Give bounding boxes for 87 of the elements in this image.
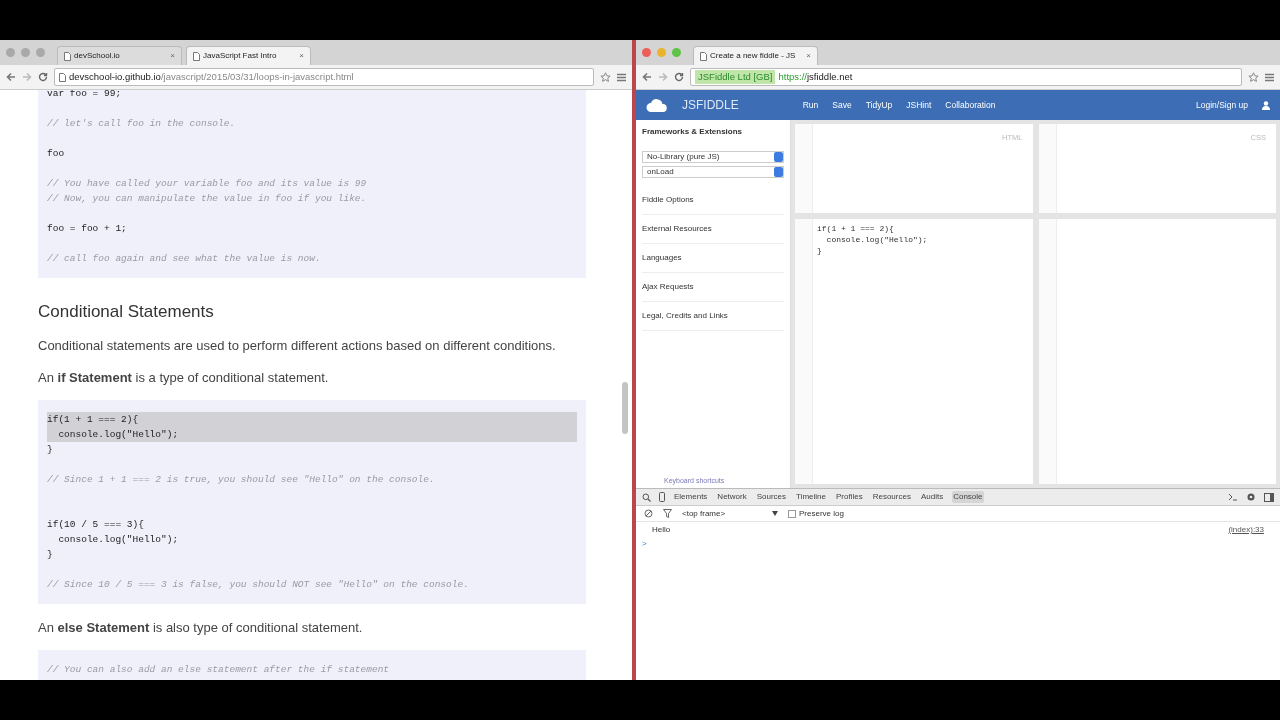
- menu-icon: [1265, 72, 1274, 82]
- forward-icon: [658, 72, 668, 82]
- browser-tab[interactable]: devSchool.io ×: [57, 46, 182, 65]
- back-icon: [642, 72, 652, 82]
- menu-icon: [617, 72, 626, 82]
- code-comment: // You can also add an else statement after the if statement: [47, 663, 391, 678]
- back-icon: [6, 72, 16, 82]
- paragraph: An if Statement is a type of conditional statement.: [38, 369, 330, 388]
- console-prompt[interactable]: >: [636, 538, 1280, 550]
- console-message: Hello: [652, 524, 671, 536]
- address-bar[interactable]: devschool-io.github.io/javascript/2015/03/31/loops-in-javascript.html: [54, 68, 594, 86]
- sidebar-item[interactable]: Ajax Requests: [642, 273, 784, 302]
- close-icon[interactable]: ×: [170, 50, 175, 62]
- devtools-tab[interactable]: Sources: [755, 491, 788, 503]
- devtools-tab[interactable]: Console: [952, 491, 984, 503]
- code-comment: // You have called your variable foo and its value is 99: [47, 177, 368, 191]
- reload-icon: [674, 72, 684, 82]
- toolbar-link[interactable]: Save: [832, 98, 852, 112]
- select-field[interactable]: No-Library (pure JS): [642, 151, 784, 163]
- code-line: console.log("Hello");: [825, 234, 928, 245]
- page-icon: [700, 51, 707, 61]
- code-comment: // let's call foo in the console.: [47, 117, 237, 131]
- section-heading: Conditional Statements: [38, 302, 215, 323]
- code-line: }: [47, 548, 54, 563]
- code-line: console.log("Hello");: [57, 533, 180, 548]
- devtools-tab[interactable]: Network: [716, 491, 748, 503]
- console-drawer-icon: [1228, 493, 1238, 501]
- cloud-logo-icon: [646, 97, 668, 113]
- dropdown-icon: [772, 511, 778, 516]
- star-icon: [600, 71, 611, 83]
- phone-icon: [659, 492, 665, 502]
- settings-icon: [1246, 492, 1256, 502]
- page-icon: [64, 51, 71, 61]
- reload-icon: [38, 72, 48, 82]
- sidebar-item[interactable]: Legal, Credits and Links: [642, 302, 784, 331]
- forward-icon: [22, 72, 32, 82]
- source-link[interactable]: (index):33: [1228, 524, 1264, 536]
- code-comment: // Since 1 + 1 === 2 is true, you should see "Hello" on the console.: [47, 473, 436, 488]
- toolbar-link[interactable]: Run: [802, 98, 819, 112]
- devtools-tab[interactable]: Timeline: [795, 491, 827, 503]
- sidebar-title: Frameworks & Extensions: [642, 126, 744, 138]
- select-field[interactable]: onLoad: [642, 166, 784, 178]
- toolbar-link[interactable]: TidyUp: [865, 98, 893, 112]
- devtools-tab[interactable]: Audits: [919, 491, 945, 503]
- js-editor[interactable]: if(1 + 1 === 2){ console.log("Hello"); }: [795, 219, 1033, 484]
- url-text: https://jsfiddle.net: [778, 69, 853, 84]
- preserve-log-checkbox[interactable]: Preserve log: [788, 507, 844, 520]
- scrollbar-thumb[interactable]: [622, 382, 628, 434]
- filter-icon: [663, 509, 672, 518]
- code-line: if(10 / 5 === 3){: [47, 518, 145, 533]
- paragraph: Conditional statements are used to perform different actions based on different conditions.: [38, 337, 557, 356]
- code-line: if(1 + 1 === 2){: [817, 223, 895, 234]
- code-line: foo: [47, 147, 66, 161]
- close-icon[interactable]: ×: [299, 50, 304, 62]
- code-line: }: [817, 245, 823, 256]
- toolbar-link[interactable]: Collaboration: [945, 98, 996, 112]
- sidebar-item[interactable]: External Resources: [642, 215, 784, 244]
- code-line: var foo = 99;: [47, 90, 123, 101]
- toolbar-link[interactable]: JSHint: [906, 98, 932, 112]
- code-line: foo = foo + 1;: [47, 222, 128, 236]
- browser-tab[interactable]: JavaScript Fast Intro ×: [186, 46, 311, 65]
- frame-select[interactable]: <top frame>: [682, 507, 762, 520]
- devtools-tab[interactable]: Profiles: [835, 491, 864, 503]
- address-bar[interactable]: JSFiddle Ltd [GB] https://jsfiddle.net: [690, 68, 1242, 86]
- page-icon: [193, 51, 200, 61]
- browser-tab[interactable]: Create a new fiddle - JS ×: [693, 46, 818, 65]
- dock-icon: [1264, 492, 1274, 502]
- code-line: }: [47, 443, 54, 458]
- close-icon[interactable]: ×: [806, 50, 811, 62]
- code-comment: // call foo again and see what the value is now.: [47, 252, 322, 266]
- clear-icon: [644, 509, 653, 518]
- paragraph: An else Statement is also type of conditional statement.: [38, 619, 364, 638]
- site-identity: JSFiddle Ltd [GB]: [695, 69, 776, 85]
- code-comment: // Now, you can manipulate the value in foo if you like.: [47, 192, 368, 206]
- devtools-tab[interactable]: Resources: [871, 491, 912, 503]
- star-icon: [1248, 71, 1259, 83]
- sidebar-item[interactable]: Languages: [642, 244, 784, 273]
- result-panel[interactable]: [1038, 219, 1276, 484]
- code-comment: // Since 10 / 5 === 3 is false, you should NOT see "Hello" on the console.: [47, 578, 470, 593]
- app-brand: JSFIDDLE: [682, 97, 739, 114]
- devtools-tab[interactable]: Elements: [673, 491, 709, 503]
- page-icon: [59, 72, 66, 82]
- login-link[interactable]: Login/Sign up: [1196, 98, 1248, 112]
- search-icon: [642, 492, 651, 502]
- sidebar-item[interactable]: Fiddle Options: [642, 186, 784, 215]
- url-text: devschool-io.github.io/javascript/2015/03/31/loops-in-javascript.html: [69, 69, 354, 84]
- user-icon: [1262, 100, 1270, 110]
